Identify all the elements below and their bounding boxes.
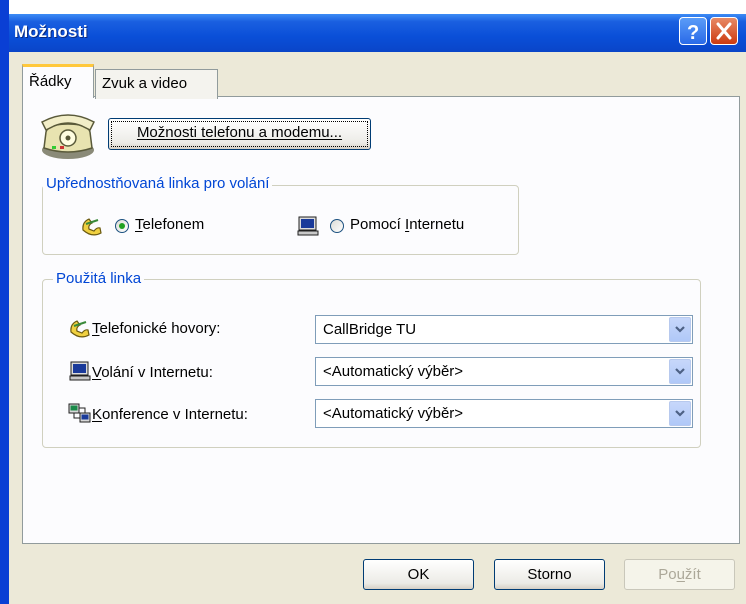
konference-v-internetu-label: Konference v Internetu: <box>92 406 248 423</box>
volani-v-internetu-label: Volání v Internetu: <box>92 364 213 381</box>
window-border <box>0 0 9 604</box>
phone-modem-options-button[interactable]: Možnosti telefonu a modemu... <box>108 118 371 150</box>
dropdown-button[interactable] <box>669 317 691 342</box>
help-icon: ? <box>687 22 699 44</box>
tab-radky[interactable]: Řádky <box>22 64 94 98</box>
radio-pomoci-internetu-label[interactable]: Pomocí Internetu <box>350 216 464 233</box>
phone-handset-icon <box>80 216 104 242</box>
options-dialog: Možnosti ? Řádky Zvuk a video Možnosti t… <box>0 0 746 604</box>
label-rest: elefonické hovory: <box>99 320 221 337</box>
telephone-icon <box>38 110 100 166</box>
svg-text:?: ? <box>687 22 699 44</box>
radio-pomoci-internetu[interactable] <box>330 219 344 233</box>
chevron-down-icon <box>675 410 685 417</box>
dropdown-button[interactable] <box>669 401 691 426</box>
conference-icon <box>68 403 92 429</box>
dropdown-button[interactable] <box>669 359 691 384</box>
window-title: Možnosti <box>14 22 88 41</box>
radio-selected-dot <box>119 223 125 229</box>
combo-value: <Automatický výběr> <box>323 405 464 422</box>
cancel-button[interactable]: Storno <box>494 559 605 590</box>
close-button[interactable] <box>710 17 738 45</box>
preferred-line-legend: Upřednostňovaná linka pro volání <box>43 175 273 192</box>
label-rest: olání v Internetu: <box>101 364 213 381</box>
telefonicke-hovory-select[interactable]: CallBridge TU <box>315 315 693 344</box>
telefonicke-hovory-label: Telefonické hovory: <box>92 320 221 337</box>
used-line-legend: Použitá linka <box>53 270 145 287</box>
konference-v-internetu-select[interactable]: <Automatický výběr> <box>315 399 693 428</box>
computer-icon <box>296 215 320 241</box>
computer-icon <box>68 360 92 386</box>
apply-button[interactable]: Použít <box>624 559 735 590</box>
label-start: Pomocí <box>350 216 406 233</box>
close-icon <box>716 22 732 40</box>
combo-value: <Automatický výběr> <box>323 363 464 380</box>
chevron-down-icon <box>675 326 685 333</box>
chevron-down-icon <box>675 368 685 375</box>
title-bar[interactable] <box>0 14 746 52</box>
tab-zvuk-a-video[interactable]: Zvuk a video <box>95 69 218 99</box>
label-rest: nternetu <box>409 216 465 233</box>
combo-value: CallBridge TU <box>323 321 417 338</box>
apply-label-rest: žít <box>684 566 701 583</box>
volani-v-internetu-select[interactable]: <Automatický výběr> <box>315 357 693 386</box>
radio-telefonem-label[interactable]: Telefonem <box>135 216 204 233</box>
help-button[interactable]: ? <box>679 17 707 45</box>
ok-button[interactable]: OK <box>363 559 474 590</box>
label-rest: onference v Internetu: <box>102 406 248 423</box>
phone-handset-icon <box>68 318 92 344</box>
radio-telefonem[interactable] <box>115 219 129 233</box>
apply-label-start: Po <box>658 566 677 583</box>
label-rest: elefonem <box>142 216 205 233</box>
